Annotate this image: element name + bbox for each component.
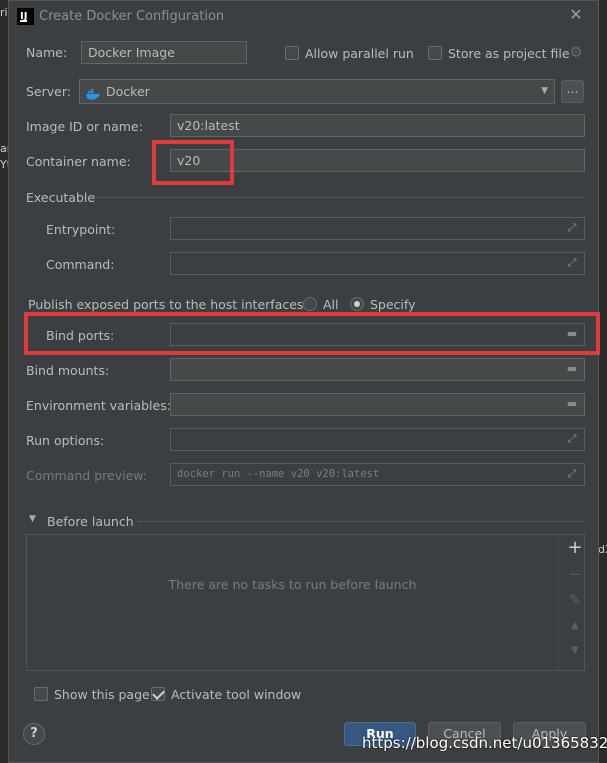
title-bar: IJ Create Docker Configuration ✕: [9, 1, 598, 32]
activate-tool-label[interactable]: Activate tool window: [171, 687, 301, 702]
dropdown-arrow-icon: ▼: [541, 86, 548, 96]
publish-all-label[interactable]: All: [323, 297, 339, 312]
activate-tool-checkbox[interactable]: [151, 687, 165, 701]
window-title: Create Docker Configuration: [39, 9, 225, 24]
remove-icon[interactable]: −: [567, 566, 583, 582]
server-label: Server:: [26, 84, 71, 99]
server-value: Docker: [106, 84, 150, 99]
env-vars-label: Environment variables:: [26, 398, 171, 413]
name-input[interactable]: Docker Image: [81, 41, 247, 64]
highlight-box-container: [152, 140, 234, 185]
toolbar-divider: [558, 535, 559, 670]
background-fragment: ri: [0, 6, 8, 19]
image-input[interactable]: v20:latest: [170, 114, 585, 137]
expand-icon[interactable]: ⤢: [565, 432, 579, 446]
help-icon[interactable]: ?: [23, 723, 45, 745]
server-more-button[interactable]: ...: [561, 80, 584, 103]
background-ide-left: [0, 0, 8, 763]
command-preview-label: Command preview:: [26, 468, 148, 483]
folder-icon[interactable]: ▬: [565, 362, 579, 376]
before-launch-list[interactable]: There are no tasks to run before launch …: [26, 534, 585, 671]
background-fragment: d2: [598, 543, 607, 556]
publish-specify-label[interactable]: Specify: [370, 297, 415, 312]
show-page-checkbox[interactable]: [34, 687, 48, 701]
collapse-triangle-icon[interactable]: ▼: [29, 514, 36, 524]
move-up-icon[interactable]: ▲: [567, 618, 583, 634]
executable-divider: [95, 197, 585, 198]
command-preview-field: docker run --name v20 v20:latest ⤢: [170, 463, 585, 486]
edit-icon[interactable]: ✎: [567, 592, 583, 608]
bind-mounts-label: Bind mounts:: [26, 363, 110, 378]
executable-section-title: Executable: [26, 190, 96, 205]
command-preview-value: docker run --name v20 v20:latest: [177, 468, 380, 480]
command-input[interactable]: ⤢: [170, 252, 585, 275]
folder-icon[interactable]: ▬: [565, 397, 579, 411]
env-vars-input[interactable]: ▬: [170, 393, 585, 416]
entrypoint-input[interactable]: ⤢: [170, 217, 585, 240]
container-label: Container name:: [26, 154, 131, 169]
before-launch-divider: [137, 521, 585, 522]
app-logo: IJ: [17, 8, 34, 25]
store-project-label[interactable]: Store as project file: [448, 46, 570, 61]
close-icon[interactable]: ✕: [567, 6, 585, 24]
publish-ports-label: Publish exposed ports to the host interf…: [28, 297, 308, 312]
before-launch-title[interactable]: Before launch: [47, 514, 134, 529]
docker-icon: [86, 85, 100, 100]
gear-icon[interactable]: ⚙: [568, 44, 584, 60]
allow-parallel-label[interactable]: Allow parallel run: [305, 46, 414, 61]
expand-icon[interactable]: ⤢: [565, 221, 579, 235]
name-label: Name:: [26, 45, 68, 60]
expand-icon[interactable]: ⤢: [565, 467, 579, 481]
bind-mounts-input[interactable]: ▬: [170, 358, 585, 381]
image-label: Image ID or name:: [26, 119, 143, 134]
watermark-text: https://blog.csdn.net/u013658328: [362, 734, 607, 752]
before-launch-empty-text: There are no tasks to run before launch: [168, 577, 417, 592]
entrypoint-label: Entrypoint:: [46, 222, 116, 237]
server-select[interactable]: Docker ▼: [79, 79, 555, 104]
store-project-checkbox[interactable]: [428, 46, 442, 60]
show-page-label[interactable]: Show this page: [54, 687, 150, 702]
add-icon[interactable]: +: [567, 539, 583, 557]
publish-all-radio[interactable]: [303, 297, 317, 311]
run-options-input[interactable]: ⤢: [170, 428, 585, 451]
expand-icon[interactable]: ⤢: [565, 256, 579, 270]
docker-config-dialog: IJ Create Docker Configuration ✕ Name: D…: [8, 0, 600, 763]
publish-specify-radio[interactable]: [350, 297, 364, 311]
command-label: Command:: [46, 257, 115, 272]
run-options-label: Run options:: [26, 433, 105, 448]
highlight-box-bind-ports: [24, 312, 600, 355]
background-ide-right: [599, 0, 607, 763]
allow-parallel-checkbox[interactable]: [285, 46, 299, 60]
move-down-icon[interactable]: ▼: [567, 643, 583, 659]
